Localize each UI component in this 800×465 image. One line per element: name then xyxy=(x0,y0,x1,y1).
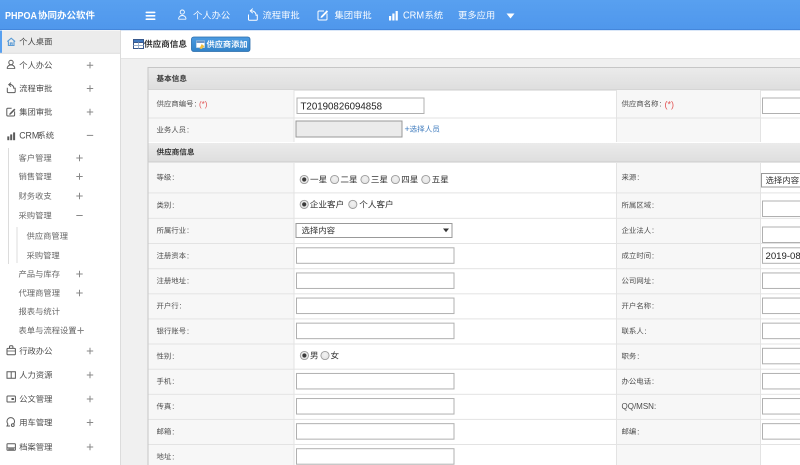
svg-text::: : xyxy=(187,126,189,135)
svg-text::: : xyxy=(172,352,174,361)
svg-text:2019-08-2: 2019-08-2 xyxy=(766,251,800,262)
svg-text::: : xyxy=(187,226,189,235)
svg-text::: : xyxy=(659,100,661,109)
svg-text::: : xyxy=(172,402,174,411)
svg-text::: : xyxy=(172,377,174,386)
svg-text:(*): (*) xyxy=(665,99,675,109)
svg-text::: : xyxy=(172,427,174,436)
svg-text::: : xyxy=(652,226,654,235)
svg-text::: : xyxy=(652,251,654,260)
svg-text::: : xyxy=(652,277,654,286)
svg-text::: : xyxy=(652,201,654,210)
svg-text::: : xyxy=(187,251,189,260)
svg-text::: : xyxy=(637,427,639,436)
svg-text:PHPOA: PHPOA xyxy=(5,10,37,22)
svg-text::: : xyxy=(172,201,174,210)
svg-text:(*): (*) xyxy=(199,100,208,109)
svg-text::: : xyxy=(637,352,639,361)
svg-text::: : xyxy=(172,173,174,182)
svg-text:CRM: CRM xyxy=(403,11,424,22)
svg-text:+: + xyxy=(405,124,410,134)
svg-text::: : xyxy=(645,327,647,336)
svg-text::: : xyxy=(187,277,189,286)
svg-text::: : xyxy=(187,327,189,336)
svg-text::: : xyxy=(652,377,654,386)
svg-text:T20190826094858: T20190826094858 xyxy=(301,101,383,112)
svg-text::: : xyxy=(172,452,174,461)
svg-text::: : xyxy=(652,302,654,311)
svg-text:CRM: CRM xyxy=(19,131,39,141)
svg-text::: : xyxy=(180,302,182,311)
svg-text::: : xyxy=(637,173,639,182)
svg-text:QQ/MSN:: QQ/MSN: xyxy=(622,402,657,411)
svg-text::: : xyxy=(194,100,196,109)
